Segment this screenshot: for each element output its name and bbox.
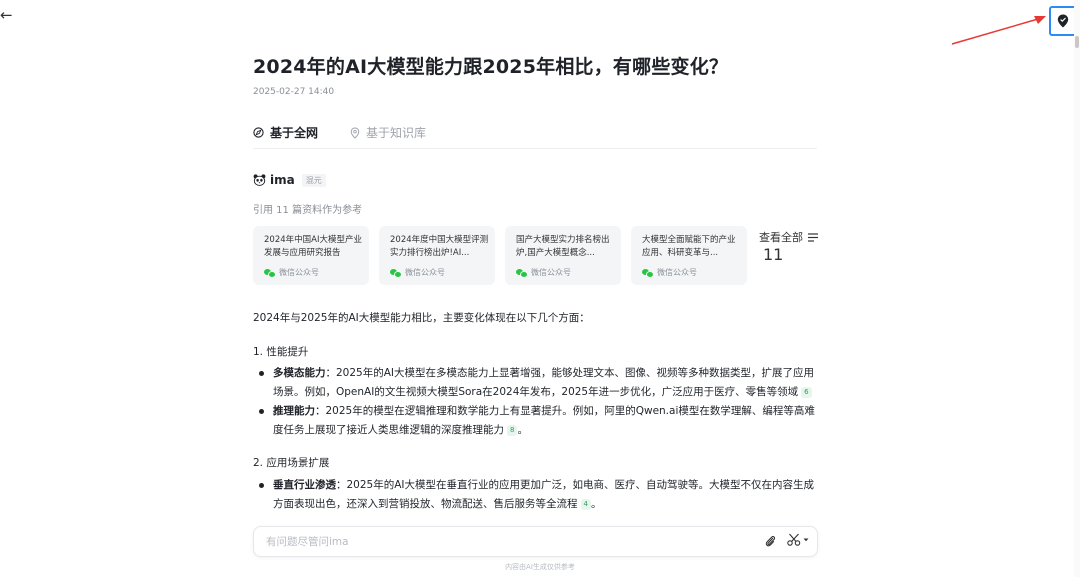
tab-knowledge-base-label: 基于知识库 [366, 126, 427, 140]
reference-card[interactable]: 大模型全面赋能下的产业应用、科研变革与... 微信公众号 [631, 226, 747, 285]
bullet-end: 。 [517, 424, 528, 436]
tab-knowledge-base[interactable]: 基于知识库 [350, 124, 426, 141]
citation-badge[interactable]: 6 [801, 387, 812, 398]
attach-button[interactable] [765, 533, 776, 552]
reference-count: 11 [763, 245, 784, 264]
reference-card-title: 2024年中国AI大模型产业发展与应用研究报告 [264, 235, 362, 258]
view-all-label: 查看全部 [759, 231, 803, 244]
source-name: ima [270, 173, 295, 187]
chevron-down-icon [803, 538, 809, 541]
reference-card-source-label: 微信公众号 [531, 268, 571, 277]
ai-disclaimer: 内容由AI生成仅供参考 [505, 563, 575, 571]
panda-icon [253, 174, 266, 186]
scrollbar-thumb[interactable] [1075, 36, 1079, 48]
content-fade [253, 508, 817, 525]
timestamp: 2025-02-27 14:40 [253, 87, 335, 97]
wechat-icon [516, 268, 528, 278]
tab-web-label: 基于全网 [270, 126, 319, 140]
model-badge: 混元 [301, 173, 326, 187]
reference-card-title: 2024年度中国大模型评测实力排行榜出炉!AI... [390, 235, 489, 258]
search-scope-tabs: 基于全网 基于知识库 [253, 122, 817, 149]
answer-source: ima 混元 [253, 173, 326, 187]
compass-icon [253, 127, 264, 138]
location-pin-icon [350, 126, 360, 139]
model-selector[interactable] [787, 533, 809, 546]
reference-card-source: 微信公众号 [264, 267, 319, 278]
chat-input-bar [253, 526, 818, 557]
reference-card[interactable]: 2024年中国AI大模型产业发展与应用研究报告 微信公众号 [253, 226, 369, 285]
reference-card-source-label: 微信公众号 [279, 268, 319, 277]
bullet-term: 垂直行业渗透 [273, 479, 336, 491]
reference-card-title: 国产大模型实力排名榜出炉,国产大模型概念... [516, 235, 610, 258]
section-heading: 2. 应用场景扩展 [253, 457, 330, 469]
reference-card-source: 微信公众号 [516, 267, 571, 278]
chat-input[interactable] [264, 533, 738, 551]
bullet-term: 推理能力 [273, 405, 315, 417]
references-summary: 引用 11 篇资料作为参考 [253, 205, 363, 216]
section-heading: 1. 性能提升 [253, 346, 309, 358]
reference-card[interactable]: 2024年度中国大模型评测实力排行榜出炉!AI... 微信公众号 [379, 226, 495, 285]
reference-card-title: 大模型全面赋能下的产业应用、科研变革与... [642, 235, 736, 258]
bullet-text: ：2025年的AI大模型在垂直行业的应用更加广泛，如电商、医疗、自动驾驶等。大模… [273, 479, 814, 510]
reference-card[interactable]: 国产大模型实力排名榜出炉,国产大模型概念... 微信公众号 [505, 226, 621, 285]
reference-card-source: 微信公众号 [642, 267, 697, 278]
view-all-label-row: 查看全部 [759, 229, 818, 245]
tab-web[interactable]: 基于全网 [253, 124, 318, 141]
reference-card-source-label: 微信公众号 [657, 268, 697, 277]
list-icon [808, 232, 818, 242]
view-all-references-button[interactable]: 查看全部 11 [759, 229, 818, 264]
bullet-text: ：2025年的模型在逻辑推理和数学能力上有显著提升。例如，阿里的Qwen.ai模… [273, 405, 815, 436]
list-item: 推理能力：2025年的模型在逻辑推理和数学能力上有显著提升。例如，阿里的Qwen… [259, 402, 817, 440]
map-pin-icon [1057, 14, 1069, 28]
reference-card-source: 微信公众号 [390, 267, 445, 278]
paperclip-icon [765, 536, 776, 547]
reference-card-source-label: 微信公众号 [405, 268, 445, 277]
scissors-icon [787, 533, 801, 546]
wechat-icon [264, 268, 276, 278]
bullet-term: 多模态能力 [273, 367, 326, 379]
map-pin-button[interactable] [1049, 6, 1077, 36]
wechat-icon [390, 268, 402, 278]
wechat-icon [642, 268, 654, 278]
citation-badge[interactable]: 8 [507, 425, 518, 436]
back-button[interactable]: ← [0, 6, 13, 24]
annotation-arrow [951, 16, 1046, 45]
answer-intro: 2024年与2025年的AI大模型能力相比，主要变化体现在以下几个方面： [253, 312, 590, 324]
bullet-text: ：2025年的AI大模型在多模态能力上显著增强，能够处理文本、图像、视频等多种数… [273, 367, 814, 398]
scrollbar[interactable] [1074, 0, 1080, 577]
page-title: 2024年的AI大模型能力跟2025年相比，有哪些变化？ [253, 56, 729, 78]
